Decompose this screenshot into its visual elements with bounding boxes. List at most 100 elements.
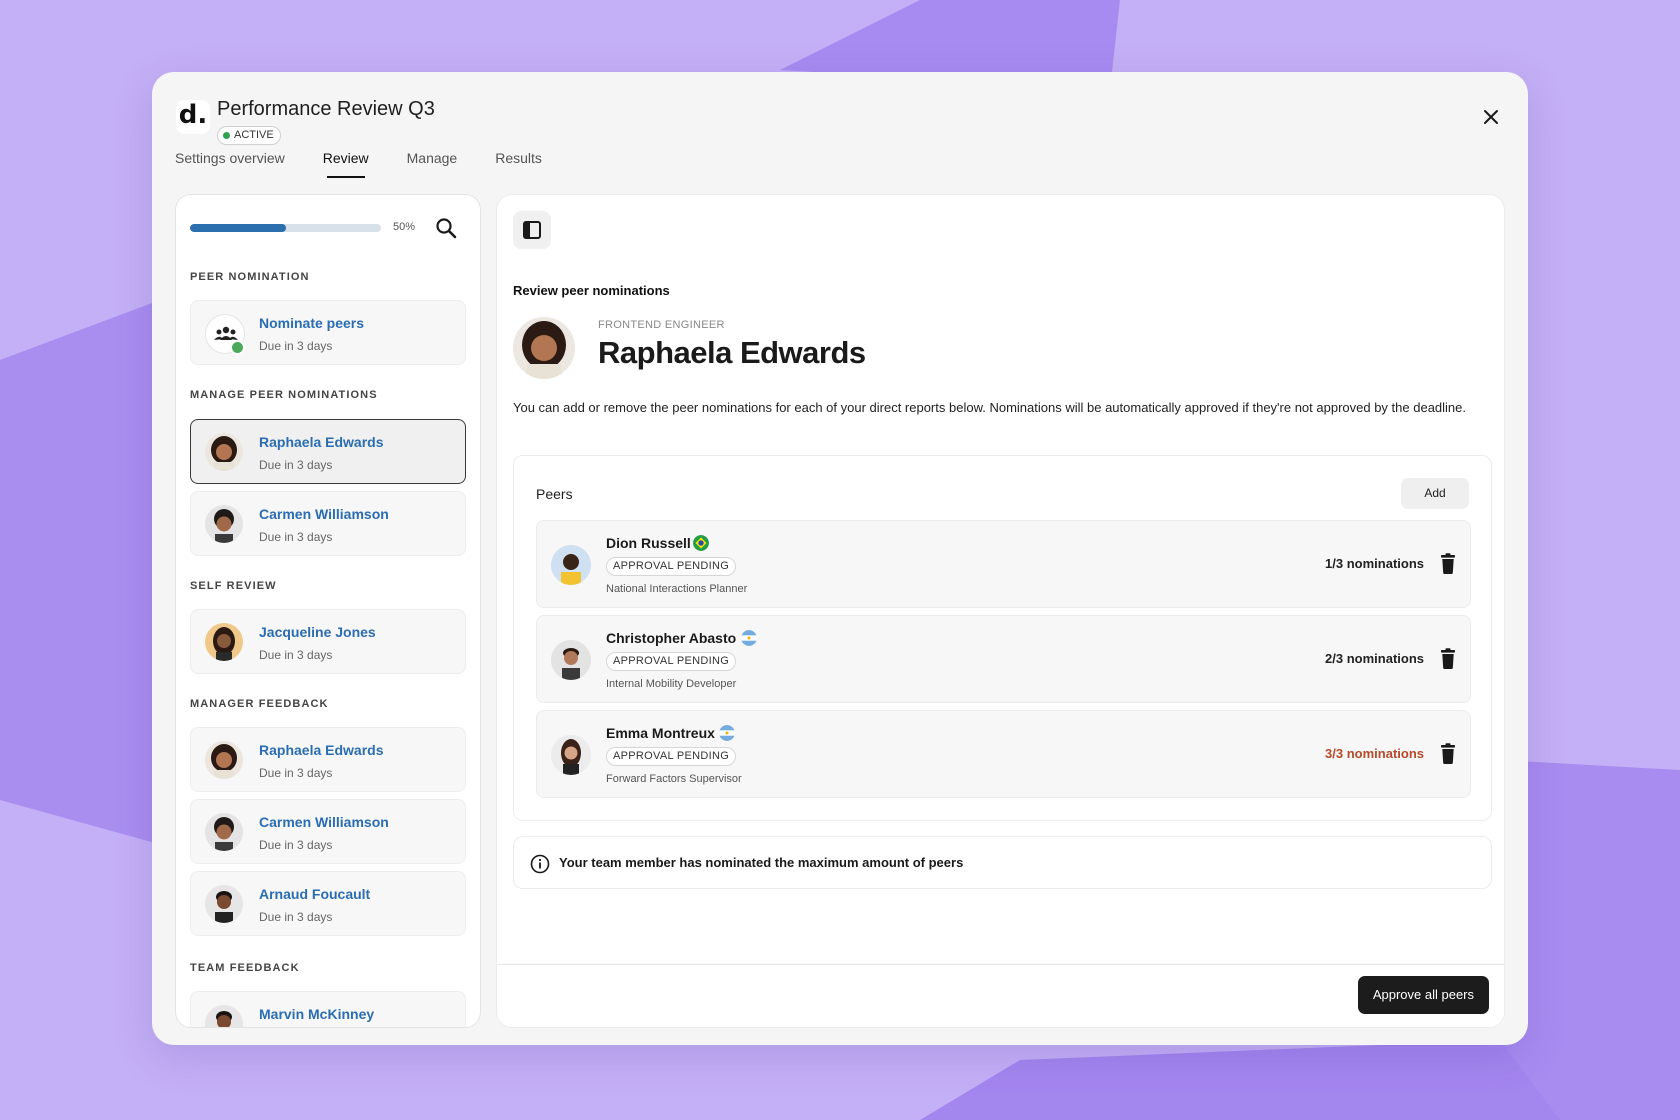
sidebar-item-label: Nominate peers — [259, 315, 365, 331]
sidebar-item-due: Due in 3 days — [259, 910, 333, 924]
sidebar-item-label: Raphaela Edwards — [259, 434, 384, 450]
delete-peer-button[interactable] — [1438, 553, 1458, 575]
approval-status-badge: APPROVAL PENDING — [606, 747, 737, 766]
close-button[interactable] — [1478, 104, 1504, 130]
trash-icon — [1441, 553, 1455, 574]
sidebar-item-due: Due in 3 days — [259, 766, 333, 780]
sidebar-toggle-icon — [523, 221, 541, 239]
avatar — [205, 505, 243, 543]
sidebar-item-due: Due in 3 days — [259, 458, 333, 472]
sidebar-item-arnaud-foucault[interactable]: Arnaud Foucault Due in 3 days — [190, 871, 466, 936]
sidebar-item-carmen-williamson[interactable]: Carmen Williamson Due in 3 days — [190, 491, 466, 556]
sidebar-item-due: Due in 3 days — [259, 838, 333, 852]
sidebar-toggle-button[interactable] — [513, 211, 551, 249]
sidebar-item-due: Due in 3 days — [259, 530, 333, 544]
sidebar-item-label: Raphaela Edwards — [259, 742, 384, 758]
profile-role: FRONTEND ENGINEER — [598, 319, 725, 331]
avatar — [551, 545, 591, 585]
sidebar-item-due: Due in 3 days — [259, 648, 333, 662]
sidebar-item-label: Carmen Williamson — [259, 814, 389, 830]
nomination-count: 3/3 nominations — [1325, 746, 1424, 761]
avatar — [205, 433, 243, 471]
review-window: d. Performance Review Q3 ACTIVE Settings… — [152, 72, 1528, 1045]
sidebar-item-raphaela-edwards-manager[interactable]: Raphaela Edwards Due in 3 days — [190, 727, 466, 792]
status-dot-icon — [223, 132, 230, 139]
approve-all-peers-button[interactable]: Approve all peers — [1357, 976, 1489, 1014]
sidebar-item-nominate-peers[interactable]: Nominate peers Due in 3 days — [190, 300, 466, 365]
section-manager-feedback: MANAGER FEEDBACK — [190, 698, 329, 710]
add-peer-button[interactable]: Add — [1401, 478, 1469, 509]
nomination-count: 2/3 nominations — [1325, 651, 1424, 666]
panel-footer: Approve all peers — [497, 964, 1504, 1027]
progress-row: 50% — [190, 213, 466, 243]
section-self-review: SELF REVIEW — [190, 580, 277, 592]
delete-peer-button[interactable] — [1438, 648, 1458, 670]
sidebar-item-label: Arnaud Foucault — [259, 886, 371, 902]
argentina-flag-icon — [719, 725, 735, 741]
group-icon-container — [205, 314, 245, 355]
peer-job-title: National Interactions Planner — [606, 583, 748, 595]
sidebar-item-carmen-williamson-manager[interactable]: Carmen Williamson Due in 3 days — [190, 799, 466, 864]
section-heading: Review peer nominations — [513, 283, 670, 298]
tab-results[interactable]: Results — [495, 150, 542, 178]
main-panel: Review peer nominations FRONTEND ENGINEE… — [496, 194, 1505, 1028]
tab-manage[interactable]: Manage — [407, 150, 458, 178]
info-icon — [530, 854, 550, 874]
peer-row-emma-montreux: Emma Montreux APPROVAL PENDING Forward F… — [536, 710, 1471, 798]
sidebar-item-due: Due in 3 days — [259, 339, 333, 353]
peer-name: Emma Montreux — [606, 725, 715, 741]
peer-name: Christopher Abasto — [606, 630, 737, 646]
avatar — [205, 741, 243, 779]
peer-name: Dion Russell — [606, 535, 691, 551]
avatar — [205, 813, 243, 851]
avatar — [551, 640, 591, 680]
search-icon — [436, 218, 457, 239]
section-manage-peer-nominations: MANAGE PEER NOMINATIONS — [190, 389, 378, 401]
window-header: d. Performance Review Q3 ACTIVE — [176, 86, 1504, 145]
info-banner: Your team member has nominated the maxim… — [513, 836, 1492, 889]
peers-card: Peers Add Dion Russell APPROVAL PENDING … — [513, 455, 1492, 821]
sidebar-item-jacqueline-jones[interactable]: Jacqueline Jones Due in 3 days — [190, 609, 466, 674]
info-text: Your team member has nominated the maxim… — [559, 855, 964, 870]
tab-settings-overview[interactable]: Settings overview — [175, 150, 285, 178]
review-sidebar: 50% PEER NOMINATION Nominate peers Due i… — [175, 194, 481, 1028]
section-team-feedback: TEAM FEEDBACK — [190, 962, 300, 974]
sidebar-item-marvin-mckinney[interactable]: Marvin McKinney — [190, 991, 466, 1027]
profile-avatar — [513, 317, 575, 379]
approval-status-badge: APPROVAL PENDING — [606, 652, 737, 671]
peer-job-title: Internal Mobility Developer — [606, 678, 737, 690]
avatar — [205, 623, 243, 661]
avatar — [205, 1005, 243, 1027]
peers-title: Peers — [536, 486, 573, 502]
trash-icon — [1441, 648, 1455, 669]
argentina-flag-icon — [741, 630, 757, 646]
app-logo: d. — [176, 100, 210, 134]
sidebar-item-raphaela-edwards[interactable]: Raphaela Edwards Due in 3 days — [190, 419, 466, 484]
window-title: Performance Review Q3 — [217, 98, 435, 120]
close-icon — [1484, 110, 1498, 124]
profile-name: Raphaela Edwards — [598, 335, 866, 370]
brazil-flag-icon — [693, 535, 709, 551]
approval-status-badge: APPROVAL PENDING — [606, 557, 737, 576]
nomination-count: 1/3 nominations — [1325, 556, 1424, 571]
description-text: You can add or remove the peer nominatio… — [513, 400, 1466, 415]
search-button[interactable] — [433, 215, 461, 243]
sidebar-item-label: Carmen Williamson — [259, 506, 389, 522]
peer-row-dion-russell: Dion Russell APPROVAL PENDING National I… — [536, 520, 1471, 608]
check-circle-icon — [230, 340, 245, 355]
status-label: ACTIVE — [234, 129, 274, 141]
delete-peer-button[interactable] — [1438, 743, 1458, 765]
status-badge: ACTIVE — [217, 126, 281, 145]
avatar — [551, 735, 591, 775]
progress-bar — [190, 224, 381, 232]
peer-job-title: Forward Factors Supervisor — [606, 773, 742, 785]
trash-icon — [1441, 743, 1455, 764]
tab-review[interactable]: Review — [323, 150, 369, 178]
progress-label: 50% — [393, 221, 416, 233]
sidebar-item-label: Jacqueline Jones — [259, 624, 376, 640]
tab-bar: Settings overview Review Manage Results — [175, 150, 580, 178]
sidebar-item-label: Marvin McKinney — [259, 1006, 375, 1022]
progress-fill — [190, 224, 286, 232]
section-peer-nomination: PEER NOMINATION — [190, 271, 310, 283]
avatar — [205, 885, 243, 923]
